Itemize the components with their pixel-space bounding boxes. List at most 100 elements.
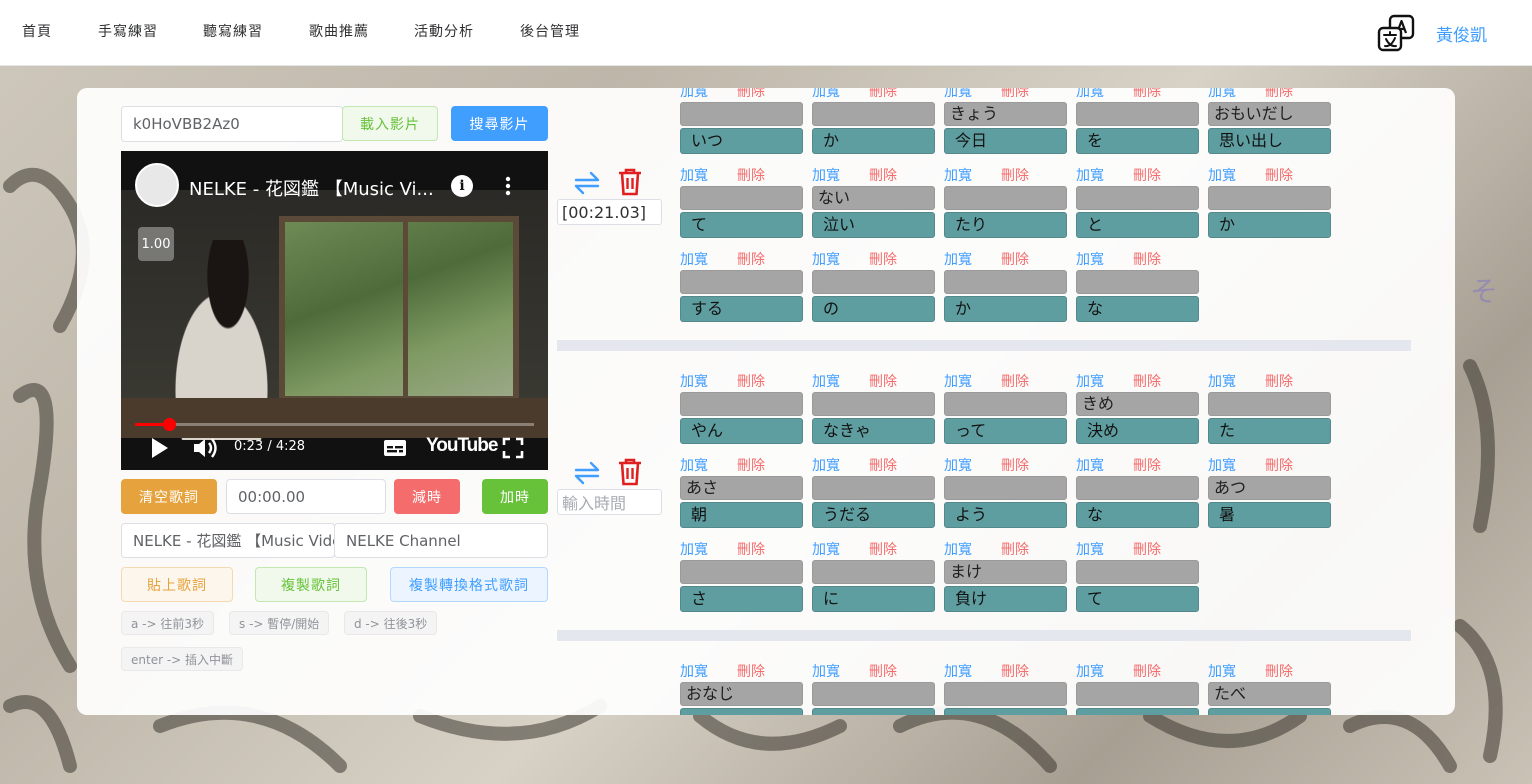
widen-link[interactable]: 加寬: [812, 661, 840, 681]
word-input[interactable]: て: [1076, 586, 1199, 612]
delete-link[interactable]: 刪除: [869, 539, 897, 559]
word-input[interactable]: って: [944, 418, 1067, 444]
word-input[interactable]: 思い出し: [1208, 128, 1331, 154]
widen-link[interactable]: 加寬: [680, 539, 708, 559]
word-input[interactable]: に: [812, 586, 935, 612]
reading-input[interactable]: あさ: [680, 476, 803, 500]
word-input[interactable]: の: [812, 296, 935, 322]
widen-link[interactable]: 加寬: [812, 88, 840, 101]
user-name[interactable]: 黃俊凱: [1436, 21, 1487, 46]
delete-link[interactable]: 刪除: [1133, 371, 1161, 391]
word-input[interactable]: [812, 708, 935, 715]
word-input[interactable]: やん: [680, 418, 803, 444]
nav-admin[interactable]: 後台管理: [520, 21, 580, 41]
widen-link[interactable]: 加寬: [680, 88, 708, 101]
nav-dictation[interactable]: 聽寫練習: [203, 21, 263, 41]
nav-song-recommend[interactable]: 歌曲推薦: [309, 21, 369, 41]
copy-formatted-lyrics-button[interactable]: 複製轉換格式歌詞: [390, 567, 548, 602]
translate-icon[interactable]: [1376, 14, 1416, 52]
reading-input[interactable]: [812, 560, 935, 584]
delete-link[interactable]: 刪除: [1001, 455, 1029, 475]
youtube-logo[interactable]: YouTube: [426, 435, 498, 457]
delete-link[interactable]: 刪除: [869, 165, 897, 185]
reading-input[interactable]: [1076, 682, 1199, 706]
word-input[interactable]: た: [1208, 418, 1331, 444]
delete-link[interactable]: 刪除: [1133, 88, 1161, 101]
delete-link[interactable]: 刪除: [1001, 88, 1029, 101]
word-input[interactable]: する: [680, 296, 803, 322]
word-input[interactable]: [680, 708, 803, 715]
delete-link[interactable]: 刪除: [1133, 249, 1161, 269]
widen-link[interactable]: 加寬: [680, 371, 708, 391]
widen-link[interactable]: 加寬: [944, 661, 972, 681]
word-input[interactable]: [944, 708, 1067, 715]
delete-link[interactable]: 刪除: [1001, 539, 1029, 559]
widen-link[interactable]: 加寬: [944, 165, 972, 185]
widen-link[interactable]: 加寬: [1076, 661, 1104, 681]
word-input[interactable]: 朝: [680, 502, 803, 528]
widen-link[interactable]: 加寬: [812, 455, 840, 475]
delete-link[interactable]: 刪除: [1001, 371, 1029, 391]
time-input[interactable]: 00:00.00: [226, 479, 386, 514]
delete-link[interactable]: 刪除: [1265, 88, 1293, 101]
word-input[interactable]: 負け: [944, 586, 1067, 612]
word-input[interactable]: [1076, 708, 1199, 715]
captions-icon[interactable]: [383, 435, 407, 461]
word-input[interactable]: と: [1076, 212, 1199, 238]
widen-link[interactable]: 加寬: [1208, 455, 1236, 475]
widen-link[interactable]: 加寬: [1076, 165, 1104, 185]
word-input[interactable]: 泣い: [812, 212, 935, 238]
widen-link[interactable]: 加寬: [1208, 88, 1236, 101]
swap-icon[interactable]: [573, 169, 601, 197]
delete-link[interactable]: 刪除: [1265, 371, 1293, 391]
trash-icon[interactable]: [617, 167, 643, 197]
delete-link[interactable]: 刪除: [737, 249, 765, 269]
reading-input[interactable]: おなじ: [680, 682, 803, 706]
channel-input[interactable]: NELKE Channel: [334, 523, 548, 558]
minus-time-button[interactable]: 減時: [394, 479, 460, 514]
reading-input[interactable]: [680, 102, 803, 126]
progress-bar[interactable]: [135, 418, 534, 431]
reading-input[interactable]: おもいだし: [1208, 102, 1331, 126]
delete-link[interactable]: 刪除: [737, 88, 765, 101]
widen-link[interactable]: 加寬: [944, 249, 972, 269]
widen-link[interactable]: 加寬: [1208, 165, 1236, 185]
delete-link[interactable]: 刪除: [1133, 165, 1161, 185]
reading-input[interactable]: [1076, 102, 1199, 126]
video-id-input[interactable]: k0HoVBB2Az0: [121, 106, 343, 142]
widen-link[interactable]: 加寬: [680, 249, 708, 269]
word-input[interactable]: を: [1076, 128, 1199, 154]
reading-input[interactable]: [1076, 270, 1199, 294]
widen-link[interactable]: 加寬: [1076, 539, 1104, 559]
word-input[interactable]: うだる: [812, 502, 935, 528]
progress-knob[interactable]: [163, 418, 176, 431]
search-video-button[interactable]: 搜尋影片: [451, 106, 548, 141]
reading-input[interactable]: [680, 392, 803, 416]
widen-link[interactable]: 加寬: [1076, 371, 1104, 391]
delete-link[interactable]: 刪除: [737, 371, 765, 391]
widen-link[interactable]: 加寬: [812, 249, 840, 269]
delete-link[interactable]: 刪除: [737, 539, 765, 559]
delete-link[interactable]: 刪除: [1001, 249, 1029, 269]
channel-avatar[interactable]: [135, 163, 179, 207]
widen-link[interactable]: 加寬: [1076, 455, 1104, 475]
widen-link[interactable]: 加寬: [1208, 661, 1236, 681]
reading-input[interactable]: [812, 682, 935, 706]
delete-link[interactable]: 刪除: [1265, 661, 1293, 681]
delete-link[interactable]: 刪除: [869, 371, 897, 391]
line-time-input[interactable]: 輸入時間: [557, 489, 662, 515]
song-title-input[interactable]: NELKE - 花図鑑 【Music Video】: [121, 523, 335, 558]
reading-input[interactable]: きめ: [1076, 392, 1199, 416]
word-input[interactable]: よう: [944, 502, 1067, 528]
word-input[interactable]: いつ: [680, 128, 803, 154]
reading-input[interactable]: あつ: [1208, 476, 1331, 500]
play-icon[interactable]: [149, 435, 171, 461]
reading-input[interactable]: きょう: [944, 102, 1067, 126]
video-title[interactable]: NELKE - 花図鑑 【Music Vi...: [189, 175, 434, 201]
paste-lyrics-button[interactable]: 貼上歌詞: [121, 567, 233, 602]
widen-link[interactable]: 加寬: [944, 539, 972, 559]
word-input[interactable]: か: [1208, 212, 1331, 238]
reading-input[interactable]: [680, 270, 803, 294]
nav-handwriting[interactable]: 手寫練習: [98, 21, 158, 41]
reading-input[interactable]: [1076, 476, 1199, 500]
